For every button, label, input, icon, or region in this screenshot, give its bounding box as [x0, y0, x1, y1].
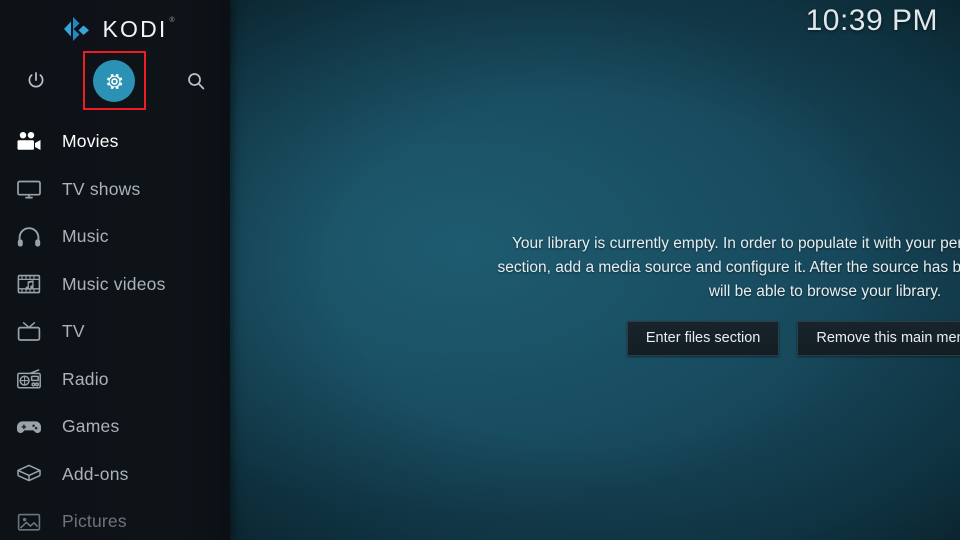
- film-note-icon: [10, 269, 48, 299]
- movie-camera-icon: [10, 127, 48, 157]
- sidebar: KODI ® Movies TV shows Music Music video…: [0, 0, 230, 540]
- sidebar-item-music-videos[interactable]: Music videos: [0, 261, 230, 309]
- kodi-wordmark: KODI ®: [102, 15, 174, 43]
- gamepad-icon: [10, 412, 48, 442]
- sidebar-item-label: TV: [62, 321, 85, 342]
- headphones-icon: [10, 222, 48, 252]
- sidebar-item-label: Music videos: [62, 273, 166, 294]
- settings-highlight-box: [83, 51, 146, 110]
- open-box-icon: [10, 459, 48, 489]
- sidebar-item-tv[interactable]: TV: [0, 308, 230, 356]
- sidebar-item-pictures[interactable]: Pictures: [0, 498, 230, 540]
- empty-library-panel: Your library is currently empty. In orde…: [478, 232, 960, 356]
- tv-antenna-icon: [10, 317, 48, 347]
- radio-icon: [10, 364, 48, 394]
- search-icon: [185, 70, 207, 92]
- sidebar-item-movies[interactable]: Movies: [0, 118, 230, 166]
- clock: 10:39 PM: [805, 4, 938, 37]
- picture-icon: [10, 507, 48, 537]
- sidebar-item-add-ons[interactable]: Add-ons: [0, 451, 230, 499]
- search-button[interactable]: [168, 52, 224, 110]
- kodi-logo: KODI ®: [0, 12, 230, 46]
- trademark-symbol: ®: [169, 16, 175, 24]
- empty-library-actions: Enter files section Remove this main men…: [478, 321, 960, 356]
- sidebar-item-label: Movies: [62, 131, 119, 152]
- sidebar-item-label: Pictures: [62, 511, 127, 532]
- empty-library-message: Your library is currently empty. In orde…: [497, 235, 960, 300]
- sidebar-item-label: Radio: [62, 368, 109, 389]
- main-content-area: Your library is currently empty. In orde…: [230, 0, 960, 540]
- monitor-icon: [10, 174, 48, 204]
- power-button[interactable]: [8, 52, 64, 110]
- sidebar-item-label: Music: [62, 226, 109, 247]
- sidebar-item-music[interactable]: Music: [0, 213, 230, 261]
- sidebar-item-label: Games: [62, 416, 120, 437]
- sidebar-item-tv-shows[interactable]: TV shows: [0, 166, 230, 214]
- enter-files-section-button[interactable]: Enter files section: [626, 321, 780, 356]
- sidebar-item-label: TV shows: [62, 178, 141, 199]
- sidebar-item-label: Add-ons: [62, 463, 129, 484]
- kodi-wordmark-text: KODI: [102, 15, 168, 42]
- power-icon: [25, 70, 47, 92]
- sidebar-item-radio[interactable]: Radio: [0, 356, 230, 404]
- sidebar-item-games[interactable]: Games: [0, 403, 230, 451]
- kodi-logo-icon: [62, 16, 92, 42]
- main-menu: Movies TV shows Music Music videos TV Ra…: [0, 118, 230, 540]
- kodi-home-screen: Your library is currently empty. In orde…: [0, 0, 960, 540]
- remove-main-menu-item-button[interactable]: Remove this main menu item: [797, 321, 960, 356]
